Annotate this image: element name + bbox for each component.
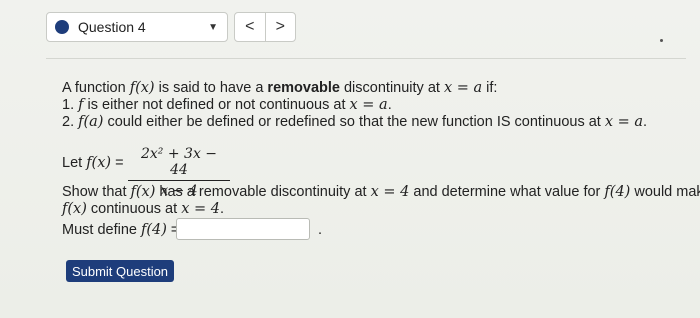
show-post: and determine what value for bbox=[409, 184, 605, 200]
show-mid: has a removable discontinuity at bbox=[155, 184, 371, 200]
answer-period: . bbox=[318, 222, 323, 238]
menu-dot-icon bbox=[660, 39, 663, 42]
intro-post: discontinuity at bbox=[339, 80, 444, 96]
show-fx: f(x) bbox=[130, 184, 156, 200]
cond2-number: 2. bbox=[62, 114, 79, 130]
show-text: Show that bbox=[62, 184, 131, 200]
next-question-button[interactable]: > bbox=[264, 13, 296, 41]
cond2-fa: f(a) bbox=[78, 114, 104, 130]
answer-input[interactable] bbox=[176, 218, 310, 240]
divider bbox=[46, 58, 686, 59]
cond2-dot: . bbox=[643, 114, 648, 130]
show2-fx: f(x) bbox=[62, 201, 87, 217]
task-statement: Show that f(x) has a removable discontin… bbox=[62, 184, 700, 200]
must-text: Must define bbox=[62, 222, 141, 238]
intro-fx: f(x) bbox=[129, 80, 155, 96]
cond1-text: is either not defined or not continuous … bbox=[83, 97, 350, 113]
question-nav: < > bbox=[234, 12, 296, 42]
cond1-dot: . bbox=[387, 97, 392, 113]
cond2-at: x = a bbox=[604, 114, 644, 130]
show2-dot: . bbox=[219, 201, 224, 217]
fraction-numerator: 2x² + 3x − 44 bbox=[140, 146, 218, 178]
intro-cond: x = a bbox=[443, 80, 483, 96]
condition-1: 1. f is either not defined or not contin… bbox=[62, 97, 392, 113]
submit-question-button[interactable]: Submit Question bbox=[66, 260, 174, 282]
question-status-icon bbox=[55, 20, 69, 34]
intro-end: if: bbox=[482, 80, 498, 96]
definition-intro: A function f(x) is said to have a remova… bbox=[62, 80, 497, 96]
chevron-down-icon: ▼ bbox=[208, 21, 218, 33]
fraction-bar bbox=[128, 180, 230, 181]
show2-text: continuous at bbox=[86, 201, 182, 217]
task-statement-line2: f(x) continuous at x = 4. bbox=[62, 201, 224, 217]
show-end: would make bbox=[634, 184, 700, 200]
cond2-text: could either be defined or redefined so … bbox=[103, 114, 605, 130]
let-statement: Let f(x) = bbox=[62, 155, 124, 171]
condition-2: 2. f(a) could either be defined or redef… bbox=[62, 114, 647, 130]
previous-question-button[interactable]: < bbox=[235, 13, 265, 41]
cond1-number: 1. bbox=[62, 97, 79, 113]
let-equals: = bbox=[111, 155, 124, 171]
let-text: Let bbox=[62, 155, 87, 171]
show-f4: f(4) bbox=[604, 184, 631, 200]
question-panel: Question 4 ▼ < > A function f(x) is said… bbox=[0, 0, 700, 318]
answer-prompt: Must define f(4) = bbox=[62, 222, 179, 238]
let-fx: f(x) bbox=[86, 155, 112, 171]
cond1-at: x = a bbox=[349, 97, 388, 113]
intro-text: A function bbox=[62, 80, 130, 96]
must-f4: f(4) bbox=[141, 222, 167, 238]
question-selector[interactable]: Question 4 ▼ bbox=[46, 12, 228, 42]
question-selector-label: Question 4 bbox=[78, 19, 146, 35]
show2-at: x = 4 bbox=[181, 201, 220, 217]
intro-mid: is said to have a bbox=[154, 80, 268, 96]
show-at: x = 4 bbox=[370, 184, 410, 200]
intro-bold: removable bbox=[267, 80, 340, 96]
